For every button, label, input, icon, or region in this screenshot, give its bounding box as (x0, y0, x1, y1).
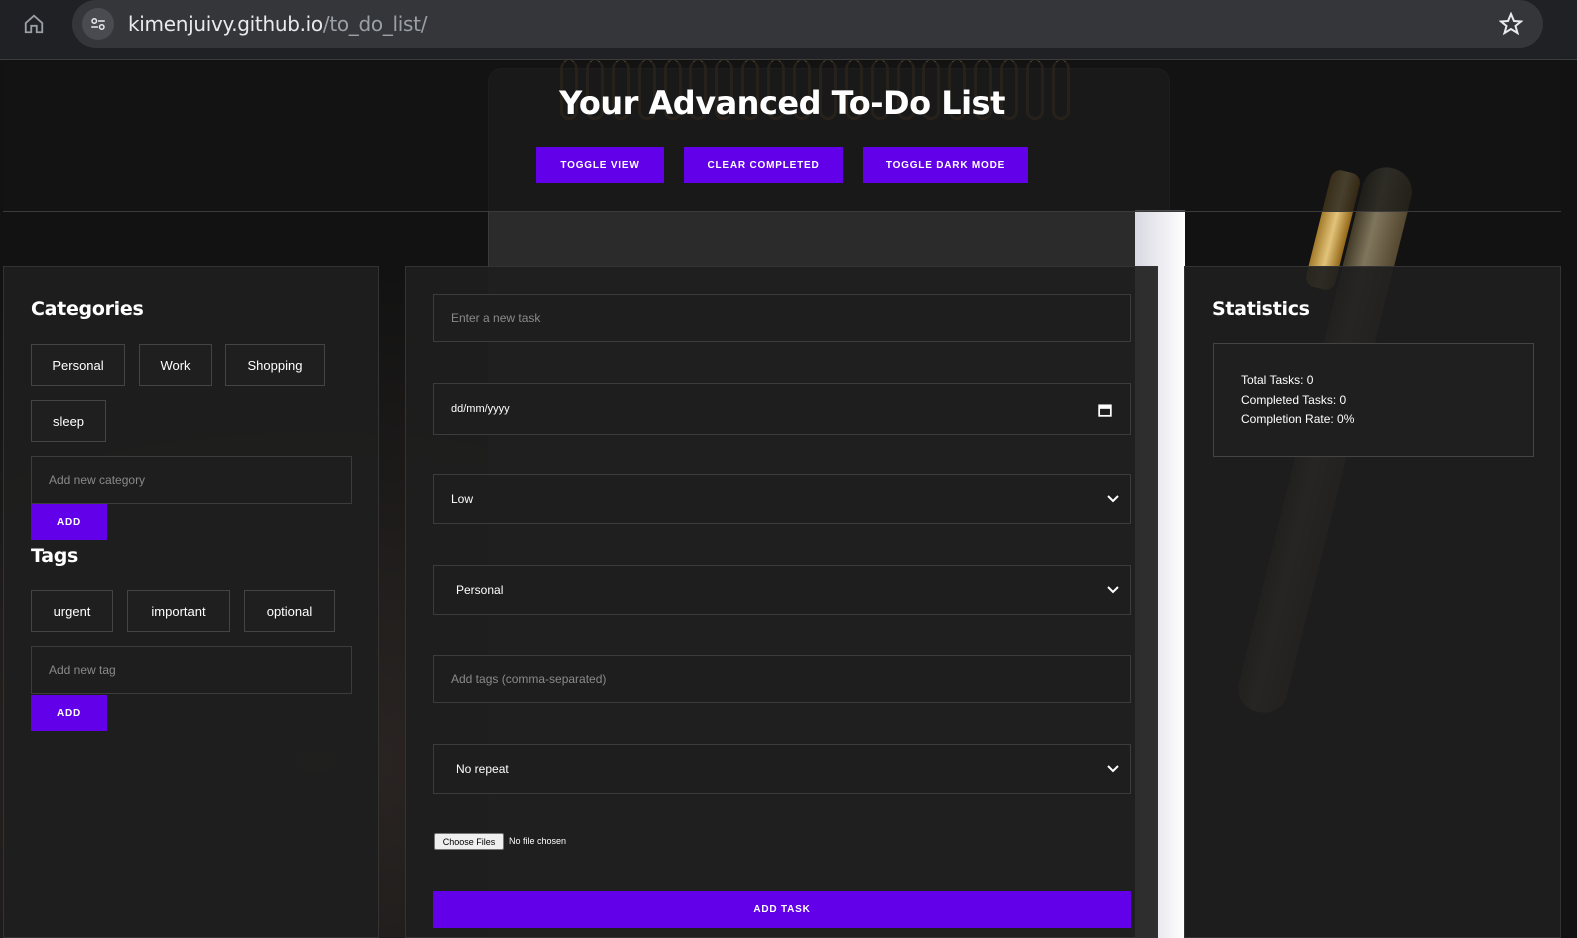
tags-input[interactable]: Add tags (comma-separated) (433, 655, 1131, 703)
clear-completed-button[interactable]: CLEAR COMPLETED (684, 147, 843, 183)
category-chip-personal[interactable]: Personal (31, 344, 125, 386)
completion-rate-text: Completion Rate: 0% (1241, 412, 1355, 426)
toggle-dark-mode-button[interactable]: TOGGLE DARK MODE (863, 147, 1028, 183)
add-category-button[interactable]: ADD (31, 504, 107, 540)
task-input[interactable]: Enter a new task (433, 294, 1131, 342)
site-info-button[interactable] (82, 8, 114, 40)
address-bar[interactable]: kimenjuivy.github.io/to_do_list/ (72, 0, 1543, 48)
due-date-input[interactable]: dd/mm/yyyy (433, 383, 1131, 435)
tags-heading: Tags (31, 545, 79, 567)
tag-chip-optional[interactable]: optional (244, 590, 335, 632)
statistics-heading: Statistics (1212, 298, 1310, 320)
repeat-value: No repeat (456, 762, 509, 776)
add-task-button[interactable]: ADD TASK (433, 891, 1131, 928)
home-icon (24, 14, 44, 34)
statistics-box: Total Tasks: 0 Completed Tasks: 0 Comple… (1213, 343, 1534, 457)
tag-chip-important[interactable]: important (127, 590, 230, 632)
priority-value: Low (451, 492, 474, 506)
url-text: kimenjuivy.github.io/to_do_list/ (128, 12, 427, 36)
total-tasks-text: Total Tasks: 0 (1241, 373, 1314, 387)
category-chip-shopping[interactable]: Shopping (225, 344, 325, 386)
categories-heading: Categories (31, 298, 144, 320)
url-host: kimenjuivy.github.io (128, 12, 323, 36)
url-path: /to_do_list/ (322, 12, 428, 36)
task-form-panel: Enter a new task dd/mm/yyyy Low Personal… (405, 266, 1158, 938)
new-category-input[interactable]: Add new category (31, 456, 352, 504)
add-tag-button[interactable]: ADD (31, 695, 107, 731)
new-tag-input[interactable]: Add new tag (31, 646, 352, 694)
chevron-down-icon (1107, 586, 1119, 594)
sidebar-panel: Categories Personal Work Shopping sleep … (3, 266, 379, 938)
star-icon (1499, 12, 1523, 36)
repeat-select[interactable]: No repeat (433, 744, 1131, 794)
bookmark-button[interactable] (1497, 10, 1525, 38)
category-value: Personal (456, 583, 504, 597)
tag-chip-urgent[interactable]: urgent (31, 590, 113, 632)
tune-icon (91, 18, 105, 30)
category-select[interactable]: Personal (433, 565, 1131, 615)
statistics-panel: Statistics Total Tasks: 0 Completed Task… (1184, 266, 1561, 938)
toggle-view-button[interactable]: TOGGLE VIEW (536, 147, 664, 183)
completed-tasks-text: Completed Tasks: 0 (1241, 393, 1347, 407)
browser-toolbar: kimenjuivy.github.io/to_do_list/ (0, 0, 1577, 60)
file-status-text: No file chosen (509, 836, 567, 846)
page-title: Your Advanced To-Do List (559, 84, 1005, 122)
calendar-icon[interactable] (1098, 403, 1112, 417)
chevron-down-icon (1107, 495, 1119, 503)
category-chip-sleep[interactable]: sleep (31, 400, 106, 442)
chevron-down-icon (1107, 765, 1119, 773)
choose-files-button[interactable]: Choose Files (434, 833, 504, 850)
category-chip-work[interactable]: Work (139, 344, 212, 386)
date-placeholder: dd/mm/yyyy (451, 403, 510, 415)
app-header: Your Advanced To-Do List TOGGLE VIEW CLE… (3, 62, 1561, 212)
home-button[interactable] (18, 10, 50, 38)
priority-select[interactable]: Low (433, 474, 1131, 524)
